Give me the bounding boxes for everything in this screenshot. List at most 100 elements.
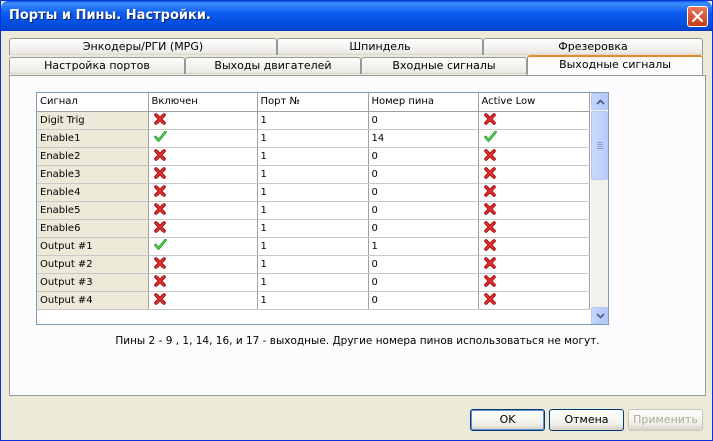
table-row[interactable]: Enable5 1 0 xyxy=(37,201,590,220)
active-low-cell[interactable] xyxy=(478,237,590,256)
enabled-cell[interactable] xyxy=(148,237,258,256)
red-x-icon xyxy=(153,148,166,164)
table-row[interactable]: Enable3 1 0 xyxy=(37,165,590,184)
active-low-cell[interactable] xyxy=(478,291,590,310)
tab-label: Выходы двигателей xyxy=(214,59,332,72)
port-cell[interactable]: 1 xyxy=(257,147,369,166)
pin-cell[interactable]: 0 xyxy=(368,111,479,130)
port-cell[interactable]: 1 xyxy=(257,111,369,130)
tab-label: Настройка портов xyxy=(44,59,150,72)
title-bar[interactable]: Порты и Пины. Настройки. xyxy=(1,1,712,31)
port-cell[interactable]: 1 xyxy=(257,255,369,274)
enabled-cell[interactable] xyxy=(148,111,258,130)
enabled-cell[interactable] xyxy=(148,129,258,148)
vertical-scrollbar[interactable] xyxy=(591,93,608,324)
table-row[interactable]: Enable2 1 0 xyxy=(37,147,590,166)
pin-cell[interactable]: 0 xyxy=(368,165,479,184)
port-cell[interactable]: 1 xyxy=(257,201,369,220)
port-cell[interactable]: 1 xyxy=(257,291,369,310)
enabled-cell[interactable] xyxy=(148,219,258,238)
apply-button[interactable]: Применить xyxy=(628,409,703,431)
enabled-cell[interactable] xyxy=(148,165,258,184)
signal-name-cell: Output #4 xyxy=(37,291,149,310)
table-body: Digit Trig 1 0 Enable1 1 14 Enable2 1 0 Enable3 1 0… xyxy=(37,111,590,310)
chevron-up-icon xyxy=(596,99,605,105)
active-low-cell[interactable] xyxy=(478,111,590,130)
pin-cell[interactable]: 0 xyxy=(368,255,479,274)
active-low-cell[interactable] xyxy=(478,201,590,220)
output-signals-grid[interactable]: Сигнал Включен Порт № Номер пина Active … xyxy=(36,92,609,325)
enabled-cell[interactable] xyxy=(148,183,258,202)
close-button[interactable] xyxy=(687,6,708,27)
ok-button[interactable]: OK xyxy=(470,409,545,431)
port-cell[interactable]: 1 xyxy=(257,129,369,148)
pin-cell[interactable]: 0 xyxy=(368,183,479,202)
pin-cell[interactable]: 0 xyxy=(368,291,479,310)
tab-milling[interactable]: Фрезеровка xyxy=(483,38,703,55)
green-check-icon xyxy=(483,130,497,145)
column-header-pin[interactable]: Номер пина xyxy=(368,93,479,112)
pin-cell[interactable]: 0 xyxy=(368,273,479,292)
enabled-cell[interactable] xyxy=(148,201,258,220)
green-check-icon xyxy=(153,130,167,145)
enabled-cell[interactable] xyxy=(148,255,258,274)
active-low-cell[interactable] xyxy=(478,273,590,292)
tab-spindle[interactable]: Шпиндель xyxy=(277,38,483,55)
active-low-cell[interactable] xyxy=(478,147,590,166)
enabled-cell[interactable] xyxy=(148,291,258,310)
scroll-thumb[interactable] xyxy=(591,111,608,180)
red-x-icon xyxy=(483,202,496,218)
tab-encoders-mpg[interactable]: Энкодеры/РГИ (MPG) xyxy=(9,38,277,55)
signal-name-cell: Output #2 xyxy=(37,255,149,274)
port-cell[interactable]: 1 xyxy=(257,237,369,256)
window-title: Порты и Пины. Настройки. xyxy=(9,8,211,23)
tab-label: Выходные сигналы xyxy=(559,58,671,71)
signal-name-cell: Enable2 xyxy=(37,147,149,166)
port-cell[interactable]: 1 xyxy=(257,165,369,184)
column-header-port[interactable]: Порт № xyxy=(257,93,369,112)
port-cell[interactable]: 1 xyxy=(257,219,369,238)
table-row[interactable]: Output #1 1 1 xyxy=(37,237,590,256)
enabled-cell[interactable] xyxy=(148,147,258,166)
chevron-down-icon xyxy=(596,313,605,319)
column-header-enabled[interactable]: Включен xyxy=(148,93,258,112)
red-x-icon xyxy=(153,166,166,182)
red-x-icon xyxy=(483,256,496,272)
tab-port-setup[interactable]: Настройка портов xyxy=(9,57,185,74)
table-row[interactable]: Output #3 1 0 xyxy=(37,273,590,292)
table-row[interactable]: Enable6 1 0 xyxy=(37,219,590,238)
dialog-window: Порты и Пины. Настройки. Энкодеры/РГИ (M… xyxy=(0,0,713,441)
column-header-active-low[interactable]: Active Low xyxy=(478,93,590,112)
table-row[interactable]: Output #2 1 0 xyxy=(37,255,590,274)
pin-cell[interactable]: 0 xyxy=(368,201,479,220)
port-cell[interactable]: 1 xyxy=(257,183,369,202)
red-x-icon xyxy=(153,202,166,218)
cancel-button[interactable]: Отмена xyxy=(549,409,624,431)
tab-output-signals[interactable]: Выходные сигналы xyxy=(527,55,703,75)
table-row[interactable]: Enable1 1 14 xyxy=(37,129,590,148)
tab-motor-outputs[interactable]: Выходы двигателей xyxy=(185,57,361,74)
tab-label: Входные сигналы xyxy=(392,59,496,72)
red-x-icon xyxy=(483,220,496,236)
pin-cell[interactable]: 14 xyxy=(368,129,479,148)
table-row[interactable]: Output #4 1 0 xyxy=(37,291,590,310)
signal-name-cell: Enable6 xyxy=(37,219,149,238)
active-low-cell[interactable] xyxy=(478,183,590,202)
active-low-cell[interactable] xyxy=(478,165,590,184)
enabled-cell[interactable] xyxy=(148,273,258,292)
active-low-cell[interactable] xyxy=(478,219,590,238)
column-header-signal[interactable]: Сигнал xyxy=(37,93,149,112)
port-cell[interactable]: 1 xyxy=(257,273,369,292)
red-x-icon xyxy=(483,274,496,290)
grip-line xyxy=(597,146,603,147)
pin-cell[interactable]: 0 xyxy=(368,147,479,166)
active-low-cell[interactable] xyxy=(478,255,590,274)
tab-input-signals[interactable]: Входные сигналы xyxy=(361,57,527,74)
pin-cell[interactable]: 0 xyxy=(368,219,479,238)
active-low-cell[interactable] xyxy=(478,129,590,148)
table-row[interactable]: Enable4 1 0 xyxy=(37,183,590,202)
table-row[interactable]: Digit Trig 1 0 xyxy=(37,111,590,130)
scroll-up-button[interactable] xyxy=(591,93,608,110)
pin-cell[interactable]: 1 xyxy=(368,237,479,256)
scroll-down-button[interactable] xyxy=(591,307,608,324)
